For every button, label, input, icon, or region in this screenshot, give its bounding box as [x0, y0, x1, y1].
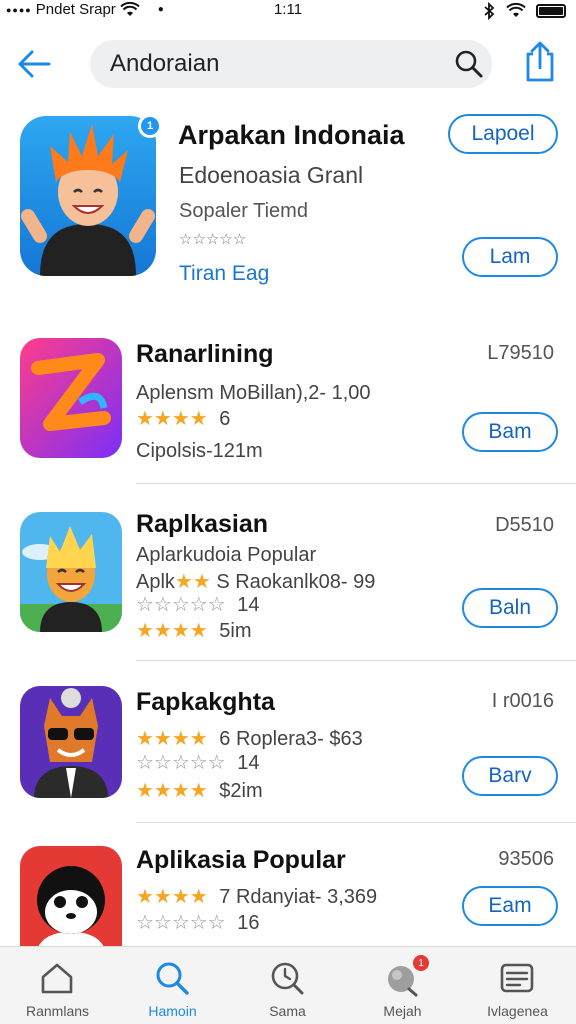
app-info-prefix: Aplk: [136, 571, 175, 593]
divider: [136, 483, 576, 484]
featured-app: 1 Arpakan Indonaia Edoenoasia Granl Sopa…: [0, 114, 576, 294]
tab-label: Ranmlans: [25, 1003, 90, 1019]
tab-manage[interactable]: Ivlagenea: [460, 947, 575, 1024]
app-info: 7 Rdanyiaŧ- 3,369: [219, 886, 378, 908]
app-rating: ★★★★ 5im: [136, 618, 252, 643]
app-rating: ★★★★ $2im: [136, 778, 263, 803]
app-icon[interactable]: [20, 846, 122, 946]
get-button[interactable]: Bam: [462, 412, 558, 452]
tab-home[interactable]: Ranmlans: [0, 947, 115, 1024]
status-right: [482, 2, 566, 20]
rating-stars: ★★★★: [136, 780, 208, 802]
app-title[interactable]: Raplkasian: [136, 510, 268, 539]
app-row[interactable]: Aplikasia Popular 93506 ★★★★ 7 Rdanyiaŧ-…: [0, 844, 576, 946]
rating-stars: ★★★★: [136, 408, 208, 430]
rating-count: 6: [219, 408, 231, 430]
app-code: D5510: [495, 514, 554, 536]
get-button[interactable]: Barv: [462, 756, 558, 796]
home-icon: [41, 963, 73, 994]
app-subtitle: Aplensm MoBillan),2- 1,00: [136, 382, 371, 404]
rating-stars: ★★★★: [136, 886, 208, 908]
app-size: 5im: [219, 620, 252, 642]
app-title[interactable]: Fapkakghta: [136, 688, 275, 717]
app-rating: ★★★★ 6: [136, 406, 230, 431]
app-size: Cipolsis-121m: [136, 440, 263, 462]
panda-icon: [20, 846, 122, 946]
app-subtitle: Aplarkudoia Popular: [136, 544, 317, 566]
z-letter-icon: [20, 338, 122, 458]
wifi-icon: [506, 3, 526, 17]
app-rating: ★★★★ 6 Roplera3- $63: [136, 726, 363, 751]
app-row[interactable]: Ranarlining L79510 Aplensm MoBillan),2- …: [0, 336, 576, 506]
search-button[interactable]: [454, 49, 484, 79]
featured-get-button[interactable]: Lam: [462, 237, 558, 277]
clock-search-icon: [271, 962, 304, 995]
share-icon: [526, 41, 554, 82]
app-title[interactable]: Ranarlining: [136, 340, 274, 369]
app-icon[interactable]: [20, 686, 122, 798]
rating-count: 14: [237, 594, 260, 616]
rating-count: 14: [237, 752, 260, 774]
tab-label: Mejah: [383, 1003, 422, 1019]
bluetooth-icon: [484, 2, 495, 20]
header: [0, 36, 576, 92]
featured-subtitle: Edoenoasia Granl: [179, 162, 364, 188]
app-info: Aplk★★ S Raokanlk08- 99: [136, 569, 375, 594]
status-bar: ●●●● Pndet Srapr ● 1:11: [0, 0, 576, 22]
empty-stars: ☆☆☆☆☆: [136, 594, 226, 616]
app-rating-empty: ☆☆☆☆☆ 14: [136, 750, 259, 775]
app-row[interactable]: Fapkakghta I r0016 ★★★★ 6 Roplera3- $63 …: [0, 684, 576, 854]
app-rating-empty: ☆☆☆☆☆ 14: [136, 592, 259, 617]
notification-badge: 1: [413, 955, 429, 971]
app-info: 6 Roplera3- $63: [219, 728, 363, 750]
tab-updates[interactable]: 1 Mejah: [345, 947, 460, 1024]
app-code: L79510: [487, 342, 554, 364]
rating-stars: ★★★★: [136, 620, 208, 642]
app-icon[interactable]: [20, 338, 122, 458]
featured-title[interactable]: Arpakan Indonaia: [178, 120, 405, 151]
search-bar[interactable]: [90, 40, 492, 88]
arrow-left-icon: [18, 50, 51, 78]
divider: [136, 660, 576, 661]
divider: [136, 822, 576, 823]
app-rating: ★★★★ 7 Rdanyiaŧ- 3,369: [136, 884, 377, 909]
smiling-character-icon: [20, 512, 122, 632]
cartoon-boy-icon: [20, 116, 156, 276]
featured-badge: 1: [138, 114, 162, 138]
tab-games[interactable]: Sama: [230, 947, 345, 1024]
featured-app-icon[interactable]: [20, 116, 156, 276]
tab-bar: Ranmlans Hamoin Sama 1 Mejah Ivlagenea: [0, 946, 576, 1024]
tab-label: Sama: [269, 1003, 306, 1019]
app-code: I r0016: [491, 690, 554, 712]
app-icon[interactable]: [20, 512, 122, 632]
app-row[interactable]: Raplkasian D5510 Aplarkudoia Popular Apl…: [0, 508, 576, 678]
app-rating-empty: ☆☆☆☆☆ 16: [136, 910, 259, 935]
featured-developer: Sopaler Tiemd: [179, 200, 308, 222]
list-icon: [500, 963, 534, 993]
featured-link[interactable]: Tiran Eag: [179, 262, 269, 286]
featured-primary-button[interactable]: Lapoel: [448, 114, 558, 154]
rating-stars: ★★★★: [136, 728, 208, 750]
get-button[interactable]: Baln: [462, 588, 558, 628]
search-input[interactable]: [110, 50, 430, 78]
empty-stars: ☆☆☆☆☆: [136, 912, 226, 934]
fox-sunglasses-icon: [20, 686, 122, 798]
rating-count: 16: [237, 912, 260, 934]
app-title[interactable]: Aplikasia Popular: [136, 846, 346, 875]
empty-stars: ☆☆☆☆☆: [136, 752, 226, 774]
battery-icon: [536, 4, 566, 18]
back-button[interactable]: [14, 44, 54, 84]
get-button[interactable]: Eam: [462, 886, 558, 926]
search-icon: [156, 962, 189, 995]
rating-stars: ★★: [174, 571, 211, 593]
tab-label: Hamoin: [148, 1003, 197, 1019]
share-button[interactable]: [520, 40, 560, 84]
search-icon: [455, 50, 483, 78]
app-size: $2im: [219, 780, 263, 802]
tab-label: Ivlagenea: [487, 1003, 548, 1019]
tab-search[interactable]: Hamoin: [115, 947, 230, 1024]
app-code: 93506: [498, 848, 554, 870]
featured-rating: ☆☆☆☆☆: [179, 231, 247, 248]
app-info-suffix: S Raokanlk08- 99: [216, 571, 376, 593]
